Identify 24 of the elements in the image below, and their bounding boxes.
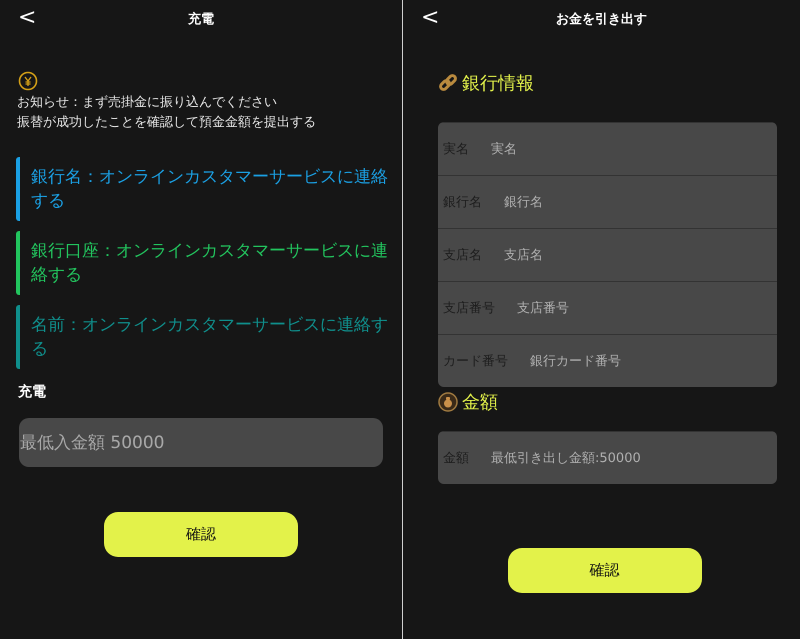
input-field[interactable]: 銀行名 — [502, 186, 777, 218]
money-bag-icon — [438, 392, 458, 412]
input-field[interactable]: 最低引き出し金額:50000 — [489, 442, 777, 474]
amount-label: 充電 — [18, 383, 47, 401]
back-button[interactable]: < — [421, 6, 440, 30]
section-title: 金額 — [462, 391, 498, 414]
amount-field[interactable]: 最低入金額 50000 — [19, 418, 383, 467]
page-title: お金を引き出す — [556, 11, 647, 28]
confirm-button[interactable]: 確認 — [508, 548, 702, 593]
yen-coin-icon — [18, 71, 38, 91]
input-field[interactable]: 銀行カード番号 — [528, 345, 777, 377]
section-title: 銀行情報 — [462, 72, 534, 95]
back-button[interactable]: < — [18, 6, 36, 30]
input-field[interactable]: 支店番号 — [515, 292, 777, 324]
info-block: 名前：オンラインカスタマーサービスに連絡する — [16, 305, 402, 369]
input-field[interactable]: 支店名 — [502, 239, 777, 271]
info-block: 銀行名：オンラインカスタマーサービスに連絡する — [16, 157, 402, 221]
page-title: 充電 — [188, 10, 214, 28]
notice-text: お知らせ：まず売掛金に振り込んでください — [17, 94, 277, 112]
confirm-button[interactable]: 確認 — [104, 512, 298, 557]
link-icon — [438, 73, 458, 93]
info-block: 銀行口座：オンラインカスタマーサービスに連絡する — [16, 231, 402, 295]
notice-text: 振替が成功したことを確認して預金金額を提出する — [17, 114, 316, 132]
input-field[interactable]: 実名 — [489, 133, 777, 165]
